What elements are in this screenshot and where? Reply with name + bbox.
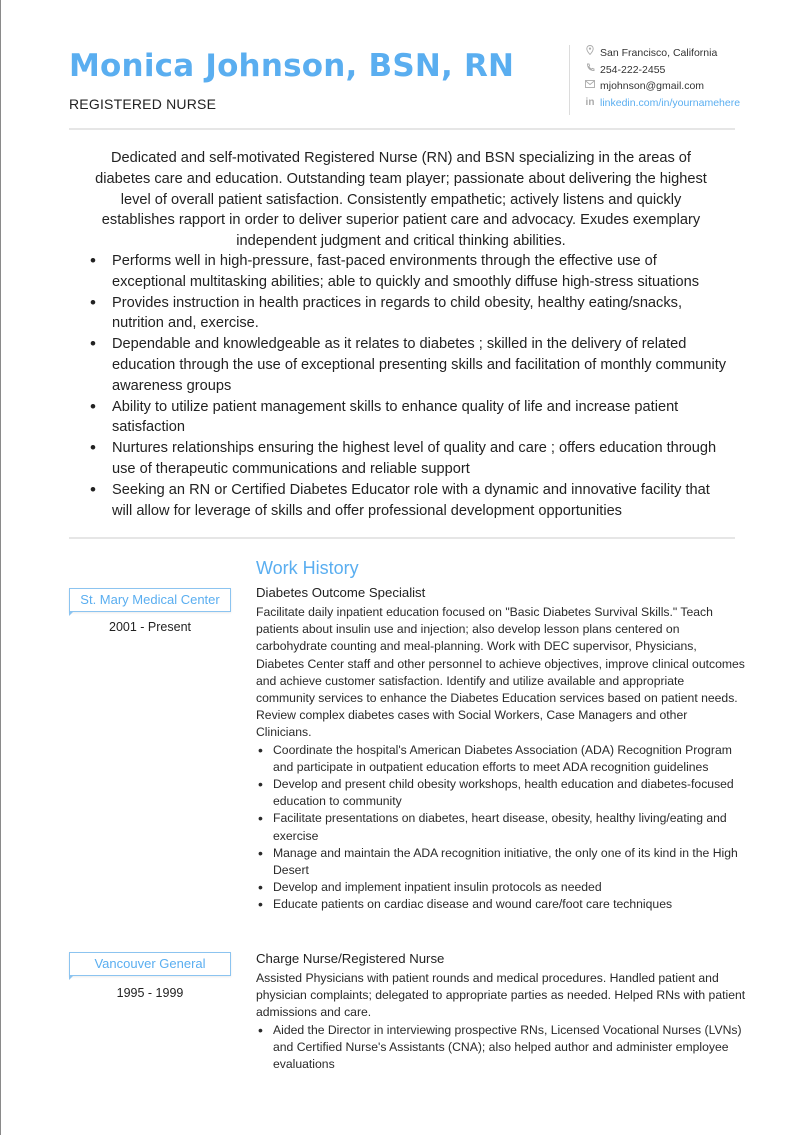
company-label: Vancouver General [69,952,231,980]
summary-bullet: Provides instruction in health practices… [89,293,729,335]
job-bullet: Develop and present child obesity worksh… [256,776,746,810]
job-role: Charge Nurse/Registered Nurse [256,951,445,966]
employment-dates: 2001 - Present [109,620,191,634]
work-history-heading: Work History [256,558,359,578]
resume-header: Monica Johnson, BSN, RN REGISTERED NURSE… [69,45,740,128]
job-role: Diabetes Outcome Specialist [256,585,426,600]
contact-email: mjohnson@gmail.com [584,78,740,95]
job-bullet: Aided the Director in interviewing prosp… [256,1022,746,1074]
employment-dates: 1995 - 1999 [116,986,184,1000]
professional-summary: Dedicated and self-motivated Registered … [95,150,707,250]
summary-bullet: Ability to utilize patient management sk… [89,397,729,439]
company-label: St. Mary Medical Center [69,588,231,616]
email-text[interactable]: mjohnson@gmail.com [600,78,704,95]
job-entry: Diabetes Outcome Specialist Facilitate d… [256,585,746,914]
contact-info: San Francisco, California 254-222-2455 m… [569,45,740,115]
phone-text: 254-222-2455 [600,63,666,76]
header-divider [69,128,735,130]
job-bullet: Develop and implement inpatient insulin … [256,879,746,896]
envelope-icon [584,78,596,95]
summary-bullet: Nurtures relationships ensuring the high… [89,438,729,480]
linkedin-icon: in [585,96,595,108]
candidate-name: Monica Johnson, BSN, RN [69,48,515,84]
summary-bullet: Seeking an RN or Certified Diabetes Educ… [89,480,729,522]
contact-linkedin: in linkedin.com/in/yournamehere [584,95,741,112]
job-bullets: Coordinate the hospital's American Diabe… [256,742,746,914]
job-description: Assisted Physicians with patient rounds … [256,971,746,1020]
contact-location: San Francisco, California [584,45,740,62]
job-bullets: Aided the Director in interviewing prosp… [256,1022,746,1074]
job-description: Facilitate daily inpatient education foc… [256,605,745,740]
location-text: San Francisco, California [600,47,718,59]
linkedin-link[interactable]: linkedin.com/in/yournamehere [600,95,740,112]
job-entry: Charge Nurse/Registered Nurse Assisted P… [256,951,746,1073]
summary-bullet: Performs well in high-pressure, fast-pac… [89,251,729,293]
job-bullet: Manage and maintain the ADA recognition … [256,845,746,879]
contact-phone: 254-222-2455 [584,62,740,79]
job-bullet: Educate patients on cardiac disease and … [256,896,746,913]
summary-bullet: Dependable and knowledgeable as it relat… [89,334,729,396]
job-bullet: Facilitate presentations on diabetes, he… [256,810,746,844]
job-bullet: Coordinate the hospital's American Diabe… [256,742,746,776]
summary-highlights: Performs well in high-pressure, fast-pac… [89,251,729,521]
map-pin-icon [584,45,596,62]
summary-divider [69,537,735,539]
candidate-title: REGISTERED NURSE [69,96,217,112]
phone-icon [584,62,596,79]
